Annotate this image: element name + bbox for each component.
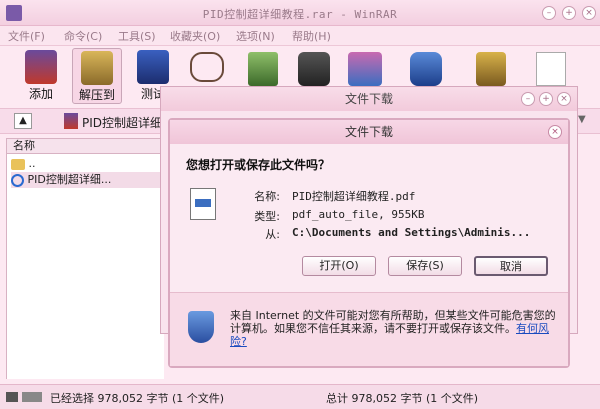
status-selected: 已经选择 978,052 字节 (1 个文件) xyxy=(50,392,225,405)
menu-favorites[interactable]: 收藏夹(O) xyxy=(170,28,220,44)
outer-close-button[interactable]: × xyxy=(557,92,571,106)
menu-bar: 文件(F) 命令(C) 工具(S) 收藏夹(O) 选项(N) 帮助(H) xyxy=(0,26,600,46)
test-icon xyxy=(137,50,169,84)
virus-scan-icon[interactable] xyxy=(476,52,506,86)
maximize-button[interactable]: + xyxy=(562,6,576,20)
path-label: PID控制超详细 xyxy=(82,116,163,130)
menu-help[interactable]: 帮助(H) xyxy=(292,28,331,44)
save-button[interactable]: 保存(S) xyxy=(388,256,462,276)
name-value: PID控制超详细教程.pdf xyxy=(292,190,416,203)
status-bar: 已经选择 978,052 字节 (1 个文件) 总计 978,052 字节 (1… xyxy=(0,384,600,409)
open-button[interactable]: 打开(O) xyxy=(302,256,376,276)
archive-add-icon xyxy=(25,50,57,84)
cancel-button[interactable]: 取消 xyxy=(474,256,548,276)
path-dropdown-icon[interactable]: ▼ xyxy=(578,114,592,130)
info-icon[interactable] xyxy=(410,52,442,86)
list-item[interactable]: PID控制超详细... xyxy=(11,172,161,188)
minimize-button[interactable]: – xyxy=(542,6,556,20)
type-value: pdf_auto_file, 955KB xyxy=(292,208,425,221)
from-label: 从: xyxy=(265,228,280,241)
window-title: PID控制超详细教程.rar - WinRAR xyxy=(202,8,398,21)
pdf-file-icon xyxy=(190,188,216,220)
type-label: 类型: xyxy=(254,210,280,223)
extract-icon xyxy=(81,51,113,85)
wizard-icon[interactable] xyxy=(348,52,382,86)
menu-file[interactable]: 文件(F) xyxy=(8,28,45,44)
folder-icon xyxy=(11,158,25,170)
file-download-dialog: 文件下载 × 您想打开或保存此文件吗？ 名称: PID控制超详细教程.pdf 类… xyxy=(168,118,570,368)
menu-options[interactable]: 选项(N) xyxy=(236,28,275,44)
outer-maximize-button[interactable]: + xyxy=(539,92,553,106)
add-button[interactable]: 添加 xyxy=(16,48,66,104)
comment-icon[interactable] xyxy=(536,52,566,86)
dialog-title: 文件下载 xyxy=(170,120,568,144)
shield-icon xyxy=(188,311,214,343)
ie-file-icon xyxy=(11,173,24,187)
status-icons xyxy=(6,392,42,402)
up-folder-button[interactable]: ▲ xyxy=(14,113,32,129)
outer-dialog-title: 文件下载 xyxy=(161,87,577,111)
menu-command[interactable]: 命令(C) xyxy=(64,28,102,44)
outer-minimize-button[interactable]: – xyxy=(521,92,535,106)
close-button[interactable]: × xyxy=(582,6,596,20)
file-list: .. PID控制超详细... xyxy=(6,154,164,379)
extract-to-button[interactable]: 解压到 xyxy=(72,48,122,104)
name-label: 名称: xyxy=(254,190,280,203)
dialog-question: 您想打开或保存此文件吗？ xyxy=(186,158,331,172)
list-item[interactable]: .. xyxy=(11,156,36,172)
dialog-close-button[interactable]: × xyxy=(548,125,562,139)
main-titlebar: PID控制超详细教程.rar - WinRAR – + × xyxy=(0,0,600,26)
warning-panel: 来自 Internet 的文件可能对您有所帮助，但某些文件可能危害您的计算机。如… xyxy=(170,292,568,366)
delete-icon[interactable] xyxy=(248,52,278,86)
view-icon[interactable] xyxy=(190,52,224,82)
from-value: C:\Documents and Settings\Adminis... xyxy=(292,226,531,239)
menu-tools[interactable]: 工具(S) xyxy=(118,28,156,44)
warning-text: 来自 Internet 的文件可能对您有所帮助，但某些文件可能危害您的计算机。如… xyxy=(230,309,556,348)
archive-small-icon xyxy=(64,113,78,129)
status-total: 总计 978,052 字节 (1 个文件) xyxy=(326,392,479,405)
find-icon[interactable] xyxy=(298,52,330,86)
column-header-name[interactable]: 名称 xyxy=(6,138,164,154)
